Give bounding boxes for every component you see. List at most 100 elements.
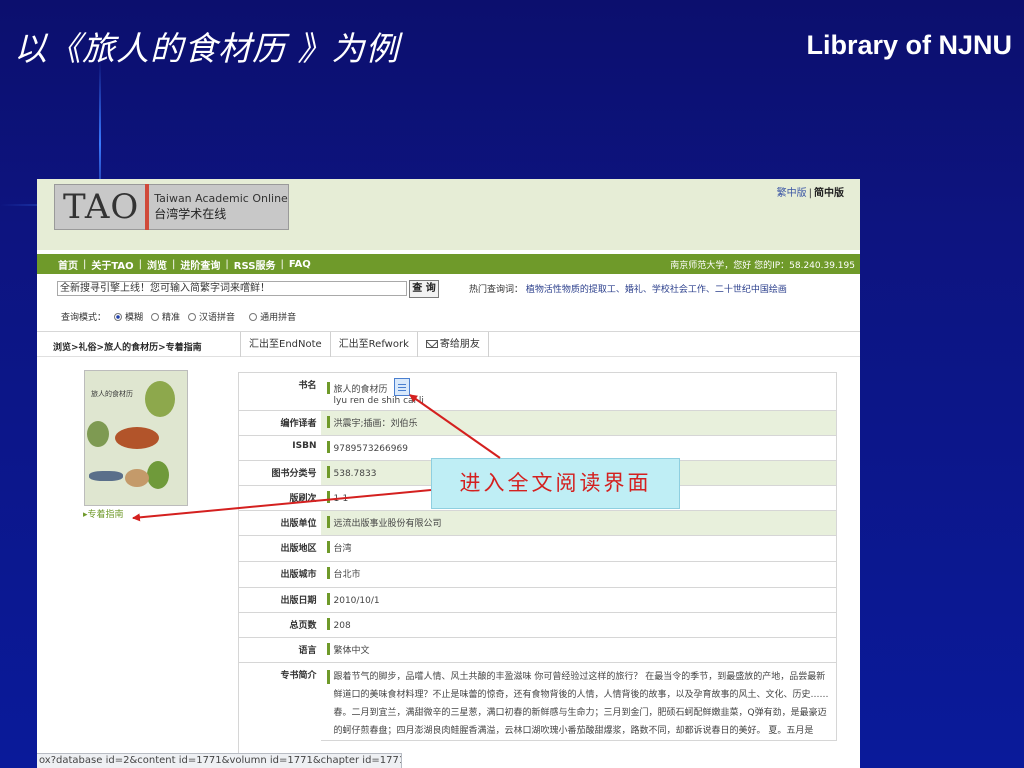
row-marker (326, 382, 330, 394)
table-row: ISBN 9789573266969 (238, 435, 837, 461)
field-value: 台北市 (320, 561, 837, 588)
mode-hanyu-label: 汉语拼音 (199, 313, 236, 323)
table-row: 书名 旅人的食材历 lyu ren de shih cai li (238, 372, 837, 411)
table-row: 出版地区 台湾 (238, 535, 837, 562)
author-value[interactable]: 洪震宇;插画：刘伯乐 (334, 419, 418, 429)
cover-illustration (147, 461, 169, 489)
fulltext-document-icon[interactable] (393, 378, 410, 396)
annotation-callout: 进入全文阅读界面 (431, 458, 680, 509)
field-value: 远流出版事业股份有限公司 (320, 510, 837, 536)
tao-logo[interactable]: TAO Taiwan Academic Online 台湾学术在线 (54, 184, 289, 230)
field-label: 书名 (238, 372, 321, 411)
cover-illustration (115, 427, 159, 449)
row-marker (326, 491, 330, 503)
logo-chinese: 台湾学术在线 (154, 207, 227, 221)
browser-status-bar: ox?database id=2&content id=1771&volumn … (37, 753, 402, 768)
table-row: 语言 繁体中文 (238, 637, 837, 663)
row-marker (326, 516, 330, 528)
search-button[interactable]: 查 询 (409, 280, 439, 298)
field-label: 出版城市 (238, 561, 321, 588)
publisher-value: 远流出版事业股份有限公司 (333, 519, 442, 529)
region-value: 台湾 (333, 544, 352, 554)
nav-browse[interactable]: 浏览 (144, 257, 170, 272)
language-switch: 繁中版 | 简中版 (777, 184, 844, 199)
field-label: 图书分类号 (238, 460, 321, 486)
tab-bar: 浏览>礼俗>旅人的食材历>专着指南 汇出至EndNote 汇出至Refwork … (37, 331, 860, 357)
radio-tongyong-pinyin[interactable] (249, 312, 258, 321)
pages-value: 208 (333, 621, 351, 631)
row-marker (326, 670, 330, 684)
nav-rss[interactable]: RSS服务 (231, 257, 279, 272)
logo-text-block: Taiwan Academic Online 台湾学术在线 (149, 192, 288, 222)
field-label: 总页数 (238, 612, 321, 638)
lang-simplified-link[interactable]: 简中版 (814, 188, 844, 199)
row-marker (326, 618, 330, 630)
cover-title: 旅人的食材历 (91, 390, 133, 398)
tab-export-refwork[interactable]: 汇出至Refwork (329, 332, 417, 357)
table-row: 出版日期 2010/10/1 (238, 587, 837, 613)
summary-text: 跟着节气的脚步，品嚐人情、风土共酿的丰盈滋味 你可曾经验过这样的旅行？ 在最当令… (333, 672, 829, 736)
nav-home[interactable]: 首页 (55, 257, 81, 272)
field-value: 2010/10/1 (320, 587, 837, 613)
radio-fuzzy[interactable] (114, 312, 123, 321)
field-label: 编作译者 (238, 410, 321, 436)
mode-tongyong-label: 通用拼音 (260, 313, 297, 323)
mode-exact-label: 精准 (162, 313, 181, 323)
classification-value: 538.7833 (333, 469, 377, 479)
nav-about[interactable]: 关于TAO (88, 257, 136, 272)
nav-faq[interactable]: FAQ (286, 259, 314, 270)
pub-date-value: 2010/10/1 (333, 596, 380, 606)
title-link[interactable]: 旅人的食材历 (334, 385, 388, 395)
field-value: 旅人的食材历 lyu ren de shih cai li (320, 372, 837, 411)
field-label: 出版单位 (238, 510, 321, 536)
edition-value: 1-1 (333, 494, 349, 504)
radio-exact[interactable] (151, 312, 160, 321)
user-info: 南京师范大学，您好 您的IP：58.240.39.195 (670, 261, 855, 271)
field-value: 跟着节气的脚步，品嚐人情、风土共酿的丰盈滋味 你可曾经验过这样的旅行？ 在最当令… (320, 663, 837, 741)
isbn-value: 9789573266969 (333, 444, 408, 454)
export-tabs: 汇出至EndNote 汇出至Refwork 寄给朋友 (240, 332, 489, 357)
field-label: ISBN (238, 435, 321, 461)
field-value: 繁体中文 (320, 637, 837, 663)
book-details-table: 书名 旅人的食材历 lyu ren de shih cai li 编作译者 洪震… (238, 372, 837, 768)
logo-english: Taiwan Academic Online (154, 192, 288, 205)
lang-sep: | (808, 188, 812, 199)
table-row: 出版单位 远流出版事业股份有限公司 (238, 510, 837, 536)
row-marker (326, 593, 330, 605)
main-navbar: 首页 | 关于TAO | 浏览 | 进阶查询 | RSS服务 | FAQ 南京师范大学，您… (37, 254, 860, 274)
nav-advanced-search[interactable]: 进阶查询 (177, 257, 223, 272)
radio-hanyu-pinyin[interactable] (188, 312, 197, 321)
field-label: 语言 (238, 637, 321, 663)
title-pinyin: lyu ren de shih cai li (333, 396, 424, 406)
site-header: TAO Taiwan Academic Online 台湾学术在线 繁中版 | 简中… (37, 179, 860, 250)
send-label: 寄给朋友 (439, 339, 480, 350)
tab-export-endnote[interactable]: 汇出至EndNote (240, 332, 330, 357)
row-marker (326, 466, 330, 478)
tab-send-to-friend[interactable]: 寄给朋友 (416, 332, 489, 357)
nav-sep: | (280, 258, 284, 270)
monograph-guide-link[interactable]: ▸专着指南 (83, 507, 124, 520)
nav-sep: | (83, 258, 87, 270)
row-marker (326, 541, 330, 553)
field-label: 出版地区 (238, 535, 321, 562)
breadcrumb[interactable]: 浏览>礼俗>旅人的食材历>专着指南 (53, 340, 202, 353)
field-value: 洪震宇;插画：刘伯乐 (320, 410, 837, 436)
cover-illustration (125, 469, 149, 487)
lang-traditional-link[interactable]: 繁中版 (777, 188, 807, 199)
cover-illustration (89, 471, 123, 481)
logo-main-text: TAO (63, 187, 140, 227)
field-value: 208 (320, 612, 837, 638)
cover-illustration (87, 421, 109, 447)
mode-label: 查询模式： (61, 313, 107, 323)
row-marker (326, 441, 330, 453)
table-row: 编作译者 洪震宇;插画：刘伯乐 (238, 410, 837, 436)
library-label: Library of NJNU (806, 30, 1012, 60)
search-input[interactable]: 全新搜寻引擎上线！您可输入简繁字词来嚐鲜！ (57, 281, 407, 296)
hot-terms-links[interactable]: 植物活性物质的提取工、婚礼、学校社会工作、二十世纪中国绘画 (526, 285, 787, 295)
field-value: 台湾 (320, 535, 837, 562)
book-cover[interactable]: 旅人的食材历 (84, 370, 188, 506)
mail-icon (425, 340, 438, 348)
language-value: 繁体中文 (333, 646, 370, 656)
field-value: 9789573266969 (320, 435, 837, 461)
city-value: 台北市 (333, 570, 361, 580)
